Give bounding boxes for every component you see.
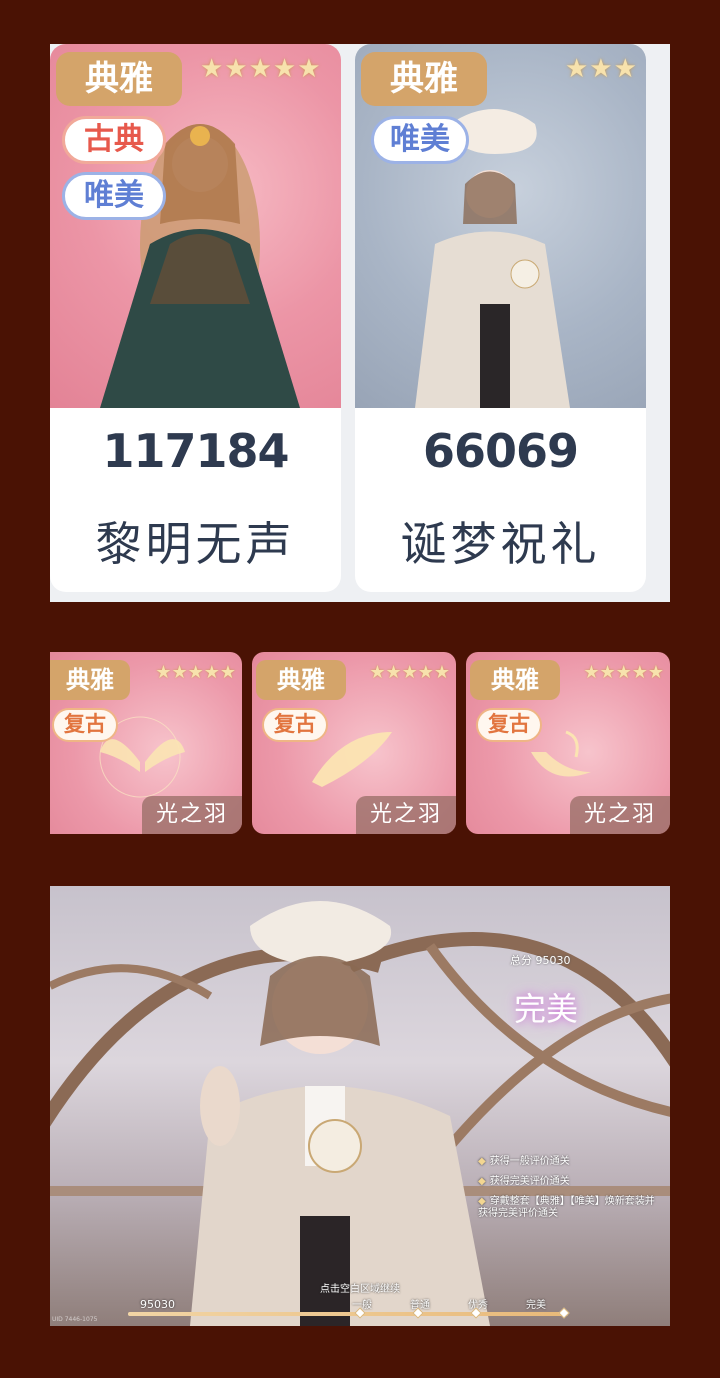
outfit-card-2[interactable]: 典雅 ★★★ 唯美 66069 诞梦祝礼 [355,44,646,592]
style-tag: 典雅 [50,660,130,700]
attribute-tag-retro: 复古 [476,708,542,742]
attribute-tag-beauty: 唯美 [62,172,166,220]
outfit-cards-panel: 典雅 ★★★★★ 古典 唯美 117184 黎明无声 典雅 ★★★ 唯美 660… [50,44,670,602]
accessory-item-1[interactable]: 典雅 ★★★★★ 复古 光之羽 [50,652,242,834]
character-portrait [190,901,490,1326]
total-score: 总分 95030 [510,954,571,967]
style-tag: 典雅 [256,660,346,700]
item-name: 光之羽 [570,796,670,834]
style-tag: 典雅 [470,660,560,700]
rarity-stars: ★★★★★ [155,662,236,683]
rarity-stars: ★★★★★ [200,54,322,84]
style-tag: 典雅 [361,52,487,106]
requirement-2: ◆ 获得完美评价通关 [478,1176,570,1188]
item-name: 光之羽 [356,796,456,834]
requirement-text: 获得完美评价通关 [489,1176,570,1187]
score-readout: 95030 [140,1298,175,1311]
outfit-name: 黎明无声 [95,517,296,571]
outfit-score: 66069 [422,424,579,478]
rarity-stars: ★★★★★ [369,662,450,683]
diamond-icon: ◆ [478,1196,486,1207]
diamond-icon: ◆ [478,1156,486,1167]
rarity-stars: ★★★ [565,54,638,84]
rarity-stars: ★★★★★ [583,662,664,683]
requirement-3: ◆ 穿戴整套【典雅】【唯美】焕新套装并获得完美评价通关 [478,1196,658,1220]
attribute-tag-beauty: 唯美 [371,116,469,164]
requirement-text: 获得一般评价通关 [489,1156,570,1167]
outfit-card-1[interactable]: 典雅 ★★★★★ 古典 唯美 117184 黎明无声 [50,44,341,592]
level-label-perfect: 完美 [526,1300,546,1311]
accessory-items-panel: 典雅 ★★★★★ 复古 光之羽 典雅 ★★★★★ 复古 光之羽 典雅 ★★★★★… [50,652,670,834]
requirement-1: ◆ 获得一般评价通关 [478,1156,570,1168]
attribute-tag-classic: 古典 [62,116,166,164]
attribute-tag-retro: 复古 [52,708,118,742]
result-screen[interactable]: 总分 95030 完美 ◆ 获得一般评价通关 ◆ 获得完美评价通关 ◆ 穿戴整套【典雅… [50,886,670,1326]
score-progress-fill [128,1312,568,1316]
tap-to-continue-hint[interactable]: 点击空白区域继续 [50,1280,670,1295]
uid-watermark: UID 7446-1075 [52,1316,98,1323]
style-tag: 典雅 [56,52,182,106]
outfit-name: 诞梦祝礼 [400,517,601,571]
accessory-item-2[interactable]: 典雅 ★★★★★ 复古 光之羽 [252,652,456,834]
accessory-item-3[interactable]: 典雅 ★★★★★ 复古 光之羽 [466,652,670,834]
outfit-score: 117184 [102,424,289,478]
score-progress-bar [128,1307,570,1319]
diamond-icon: ◆ [478,1176,486,1187]
requirement-text: 穿戴整套【典雅】【唯美】焕新套装并获得完美评价通关 [478,1196,655,1219]
rating-perfect: 完美 [514,990,579,1028]
item-name: 光之羽 [142,796,242,834]
attribute-tag-retro: 复古 [262,708,328,742]
